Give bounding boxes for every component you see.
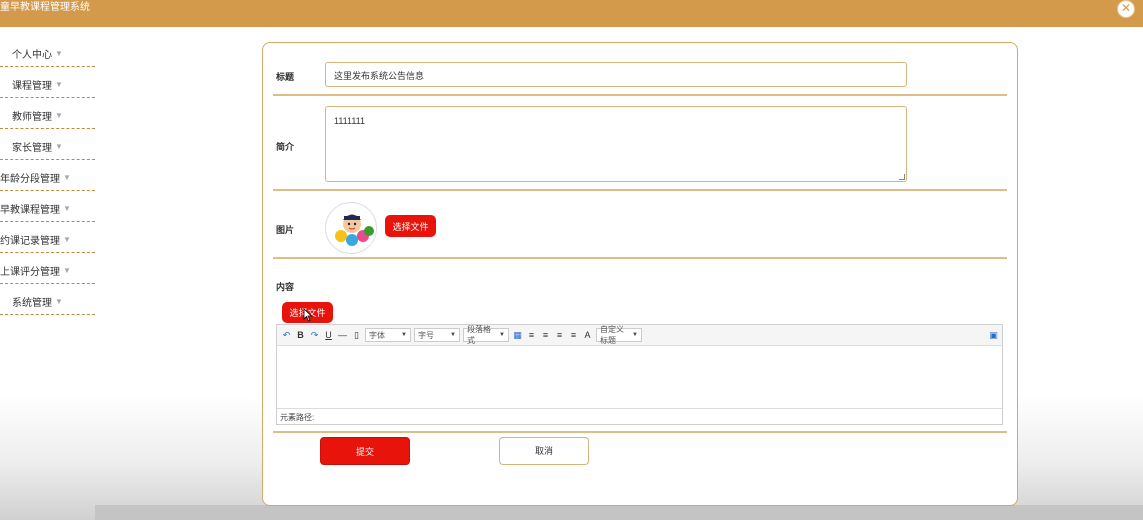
sidebar-item-label: 家长管理 xyxy=(12,142,52,154)
caret-down-icon: ▼ xyxy=(63,203,71,213)
divider xyxy=(273,94,1007,96)
intro-textarea[interactable]: 1111111 xyxy=(325,106,907,182)
fullscreen-icon[interactable]: ▣ xyxy=(988,329,999,341)
divider xyxy=(273,431,1007,433)
caret-down-icon: ▼ xyxy=(401,332,407,338)
caret-down-icon: ▼ xyxy=(55,296,63,306)
font-size-label: 字号 xyxy=(418,330,434,340)
bold-icon[interactable]: B xyxy=(295,329,306,341)
divider xyxy=(273,189,1007,191)
align-right-icon[interactable]: ≡ xyxy=(554,329,565,341)
sidebar-item-label: 上课评分管理 xyxy=(0,266,60,278)
font-size-select[interactable]: 字号 ▼ xyxy=(414,328,460,342)
caret-down-icon: ▼ xyxy=(63,172,71,182)
align-justify-icon[interactable]: ≡ xyxy=(568,329,579,341)
sidebar-item-parent-management[interactable]: 家长管理 ▼ xyxy=(0,129,95,160)
cancel-button[interactable]: 取消 xyxy=(499,437,589,465)
cartoon-child-logo-icon xyxy=(328,205,376,253)
sidebar-item-booking-record-management[interactable]: 约课记录管理 ▼ xyxy=(0,222,95,253)
caret-down-icon: ▼ xyxy=(63,234,71,244)
title-input[interactable]: 这里发布系统公告信息 xyxy=(325,62,907,87)
title-label: 标题 xyxy=(276,72,295,82)
app-title: 童早教课程管理系统 xyxy=(0,2,90,13)
top-bar: 童早教课程管理系统 ✕ xyxy=(0,0,1143,27)
sidebar-item-label: 系统管理 xyxy=(12,297,52,309)
close-icon[interactable]: ✕ xyxy=(1117,0,1135,18)
caret-down-icon: ▼ xyxy=(55,79,63,89)
undo-icon[interactable]: ↶ xyxy=(281,329,292,341)
caret-down-icon: ▼ xyxy=(632,332,638,338)
custom-title-label: 自定义标题 xyxy=(600,325,624,345)
sidebar-item-system-management[interactable]: 系统管理 ▼ xyxy=(0,284,95,315)
sidebar-item-label: 约课记录管理 xyxy=(0,235,60,247)
horizontal-scrollbar[interactable] xyxy=(95,505,1143,520)
align-center-icon[interactable]: ≡ xyxy=(540,329,551,341)
resize-grip-icon[interactable] xyxy=(899,174,905,180)
sidebar-item-early-education-course-management[interactable]: 早教课程管理 ▼ xyxy=(0,191,95,222)
mouse-pointer-icon xyxy=(303,308,313,322)
sidebar: 个人中心 ▼ 课程管理 ▼ 教师管理 ▼ 家长管理 ▼ 年龄分段管理 ▼ 早教课… xyxy=(0,36,95,315)
intro-label: 简介 xyxy=(276,142,295,152)
paragraph-format-label: 段落格式 xyxy=(467,325,491,345)
submit-button[interactable]: 提交 xyxy=(320,437,410,465)
sidebar-item-label: 课程管理 xyxy=(12,80,52,92)
sidebar-item-age-group-management[interactable]: 年龄分段管理 ▼ xyxy=(0,160,95,191)
redo-icon[interactable]: ↷ xyxy=(309,329,320,341)
font-family-select[interactable]: 字体 ▼ xyxy=(365,328,411,342)
sidebar-item-label: 早教课程管理 xyxy=(0,204,60,216)
image-label: 图片 xyxy=(276,225,295,235)
editor-toolbar: ↶ B ↷ U — ▯ 字体 ▼ 字号 ▼ 段落格式 ▼ ▦ ≡ ≡ ≡ ≡ A xyxy=(277,325,1002,346)
sidebar-item-class-rating-management[interactable]: 上课评分管理 ▼ xyxy=(0,253,95,284)
font-color-icon[interactable]: A xyxy=(582,329,593,341)
sidebar-item-label: 年龄分段管理 xyxy=(0,173,60,185)
content-label: 内容 xyxy=(276,282,295,292)
custom-title-select[interactable]: 自定义标题 ▼ xyxy=(596,325,642,345)
divider xyxy=(273,257,1007,259)
announcement-form: 标题 这里发布系统公告信息 简介 1111111 图片 选择文件 内容 选择文件 xyxy=(262,42,1018,506)
sidebar-item-course-management[interactable]: 课程管理 ▼ xyxy=(0,67,95,98)
sidebar-item-label: 个人中心 xyxy=(12,49,52,61)
table-icon[interactable]: ▦ xyxy=(512,329,523,341)
choose-image-file-button[interactable]: 选择文件 xyxy=(385,215,436,237)
align-left-icon[interactable]: ≡ xyxy=(526,329,537,341)
image-preview xyxy=(325,202,377,254)
rich-text-editor: ↶ B ↷ U — ▯ 字体 ▼ 字号 ▼ 段落格式 ▼ ▦ ≡ ≡ ≡ ≡ A xyxy=(276,324,1003,425)
caret-down-icon: ▼ xyxy=(55,141,63,151)
horizontal-line-icon[interactable]: — xyxy=(337,329,348,341)
caret-down-icon: ▼ xyxy=(55,110,63,120)
caret-down-icon: ▼ xyxy=(63,265,71,275)
clear-format-icon[interactable]: ▯ xyxy=(351,329,362,341)
sidebar-item-personal-center[interactable]: 个人中心 ▼ xyxy=(0,36,95,67)
intro-text: 1111111 xyxy=(334,116,366,126)
sidebar-item-label: 教师管理 xyxy=(12,111,52,123)
caret-down-icon: ▼ xyxy=(450,332,456,338)
element-path: 元素路径: xyxy=(277,408,1002,424)
editor-content-area[interactable] xyxy=(277,346,1002,408)
caret-down-icon: ▼ xyxy=(499,332,505,338)
paragraph-format-select[interactable]: 段落格式 ▼ xyxy=(463,325,509,345)
caret-down-icon: ▼ xyxy=(55,48,63,58)
font-family-label: 字体 xyxy=(369,330,385,340)
sidebar-item-teacher-management[interactable]: 教师管理 ▼ xyxy=(0,98,95,129)
underline-icon[interactable]: U xyxy=(323,329,334,341)
